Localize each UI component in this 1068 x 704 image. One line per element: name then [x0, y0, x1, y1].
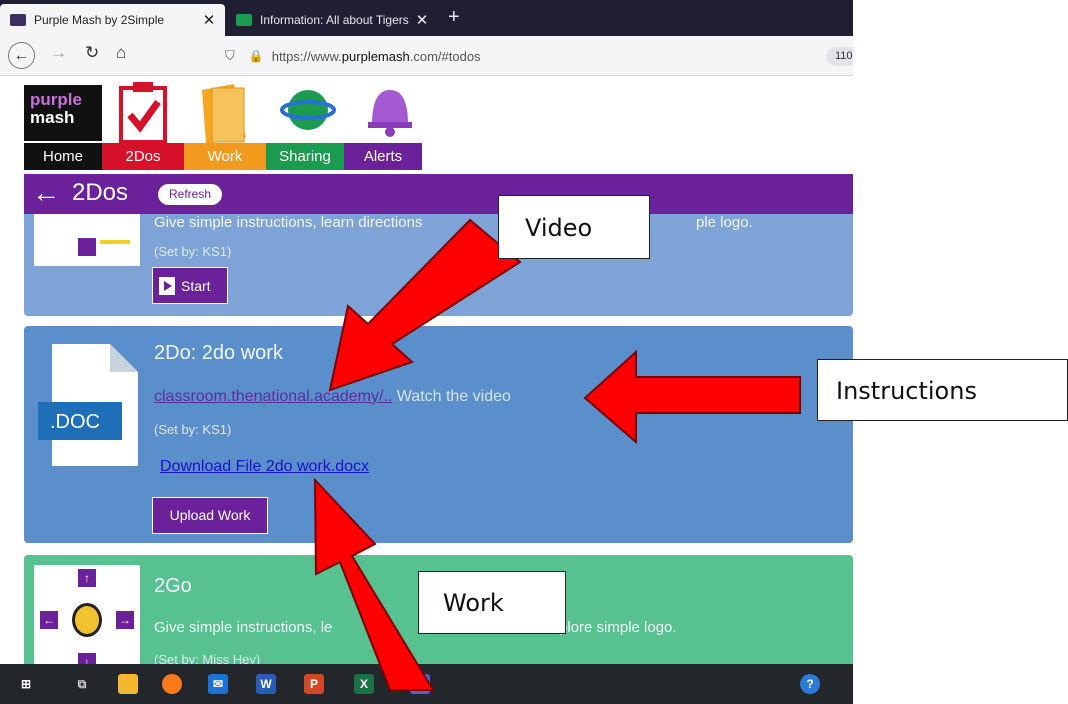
todo-card-2go-top: Give simple instructions, learn directio…	[24, 214, 853, 316]
globe-icon[interactable]	[280, 80, 352, 146]
video-link[interactable]: classroom.thenational.academy/..	[154, 388, 392, 405]
windows-taskbar: ⊞ ⧉ ✉ W P X T ?	[0, 664, 853, 704]
close-tab-icon[interactable]: ✕	[199, 11, 219, 29]
doc-extension: .DOC	[50, 411, 100, 433]
folder-icon[interactable]	[196, 80, 268, 146]
card-description: Give simple instructions, le	[154, 619, 333, 636]
shield-icon: ⛉	[225, 48, 235, 63]
instructions-text: classroom.thenational.academy/.. Watch t…	[154, 388, 511, 405]
instructions-callout: Instructions	[817, 359, 1068, 421]
card-title: 2Do: 2do work	[154, 342, 283, 364]
nav-alerts[interactable]: Alerts	[344, 143, 422, 170]
bee-navigation-thumbnail: ↑ ← → ↓	[34, 565, 140, 675]
card-title: 2Go	[154, 575, 192, 597]
nav-home[interactable]: Home	[24, 143, 102, 170]
tab-title: Information: All about Tigers -	[260, 13, 412, 27]
refresh-button[interactable]: Refresh	[158, 184, 222, 205]
back-arrow-icon[interactable]: ←	[8, 42, 35, 69]
back-arrow-icon[interactable]: ←	[32, 177, 60, 209]
home-icon[interactable]: ⌂	[116, 43, 126, 63]
card-description-end: plore simple logo.	[559, 619, 677, 636]
reload-icon[interactable]: ↻	[85, 43, 99, 63]
word-icon[interactable]: W	[256, 674, 276, 694]
tab-tigers[interactable]: Information: All about Tigers - ✕	[226, 4, 438, 36]
forward-arrow-icon[interactable]: →	[50, 43, 67, 63]
teams-icon[interactable]: T	[410, 674, 430, 694]
purple-mash-favicon	[10, 14, 26, 26]
bell-icon[interactable]	[360, 80, 432, 146]
play-icon	[159, 276, 175, 295]
clipboard-icon[interactable]	[113, 80, 185, 146]
address-bar[interactable]: ⛉ 🔒 https://www. purplemash .com/#todos	[225, 43, 825, 69]
todos-title-bar: ← 2Dos Refresh	[24, 174, 853, 214]
powerpoint-icon[interactable]: P	[304, 674, 324, 694]
nav-2dos[interactable]: 2Dos	[102, 143, 184, 170]
purple-mash-header: purple mash Home 2Dos Work Sharing Alert…	[0, 77, 853, 171]
lock-icon: 🔒	[248, 49, 264, 63]
todo-card-2do-work: .DOC 2Do: 2do work classroom.thenational…	[24, 326, 853, 543]
help-icon[interactable]: ?	[800, 674, 820, 694]
download-file-link[interactable]: Download File 2do work.docx	[160, 458, 369, 476]
upload-work-button[interactable]: Upload Work	[152, 497, 268, 534]
zoom-indicator[interactable]: 110	[826, 47, 853, 66]
start-button[interactable]: Start	[152, 267, 228, 304]
set-by: (Set by: KS1)	[154, 422, 232, 437]
oak-academy-favicon	[236, 14, 252, 26]
work-callout: Work	[418, 571, 566, 634]
navigation-bar: ← → ↻ ⌂ ⛉ 🔒 https://www. purplemash .com/#…	[0, 36, 853, 76]
down-arrow-icon	[78, 238, 96, 256]
url-suffix: .com/#todos	[409, 48, 481, 64]
page-title: 2Dos	[72, 179, 129, 206]
tab-bar: Purple Mash by 2Simple ✕ Information: Al…	[0, 0, 853, 36]
close-tab-icon[interactable]: ✕	[412, 11, 432, 29]
left-arrow-icon: ←	[40, 611, 58, 629]
excel-icon[interactable]: X	[354, 674, 374, 694]
tab-purple-mash[interactable]: Purple Mash by 2Simple ✕	[0, 4, 225, 36]
set-by: (Set by: KS1)	[154, 244, 232, 259]
mail-icon[interactable]: ✉	[208, 674, 228, 694]
nav-work[interactable]: Work	[184, 143, 266, 170]
file-explorer-icon[interactable]	[118, 674, 138, 694]
new-tab-icon[interactable]: +	[448, 6, 460, 29]
url-domain: purplemash	[341, 48, 410, 64]
tab-title: Purple Mash by 2Simple	[34, 13, 165, 27]
doc-file-icon: .DOC	[38, 344, 142, 466]
right-arrow-icon: →	[116, 611, 134, 629]
up-arrow-icon: ↑	[78, 569, 96, 587]
nav-sharing[interactable]: Sharing	[266, 143, 344, 170]
url-prefix: https://www.	[271, 48, 342, 64]
purple-mash-logo[interactable]: purple mash	[24, 85, 102, 141]
card-description-end: ple logo.	[696, 214, 753, 231]
firefox-icon[interactable]	[162, 674, 182, 694]
bee-icon	[72, 603, 102, 637]
task-view-icon[interactable]: ⧉	[72, 674, 92, 694]
windows-start-icon[interactable]: ⊞	[16, 674, 36, 694]
video-callout: Video	[498, 195, 650, 259]
main-nav: Home 2Dos Work Sharing Alerts	[24, 143, 422, 170]
card-description: Give simple instructions, learn directio…	[154, 214, 423, 231]
bee-thumbnail	[34, 214, 140, 266]
